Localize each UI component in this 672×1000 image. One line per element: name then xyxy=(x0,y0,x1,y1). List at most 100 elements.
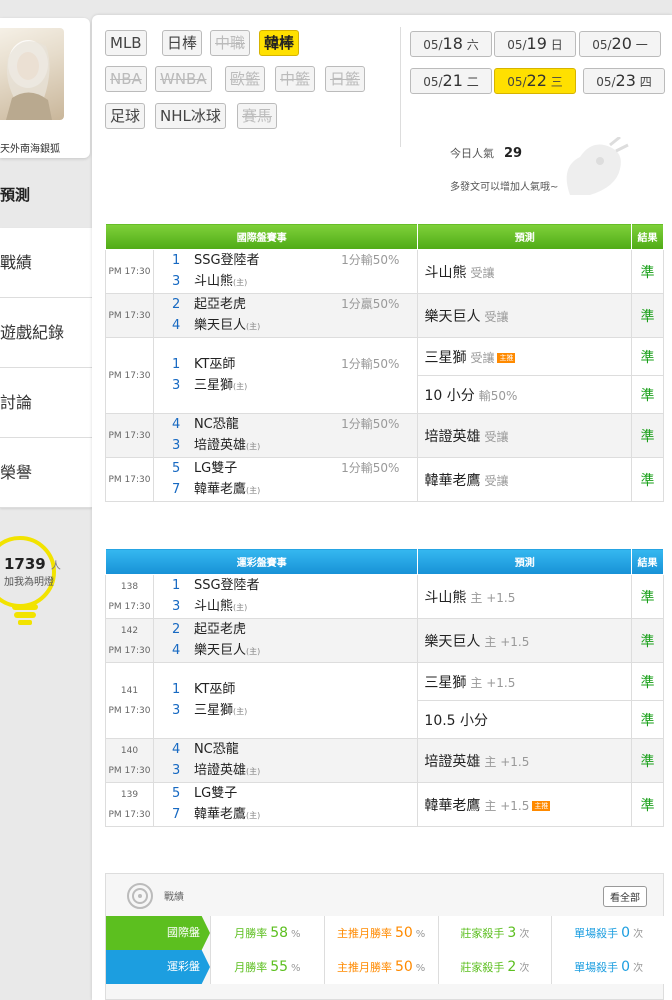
sport-tag-soccer[interactable]: 足球 xyxy=(105,103,146,129)
popularity-hint: 多發文可以增加人氣哦~ xyxy=(450,182,559,193)
sport-tag-kbo[interactable]: 韓棒 xyxy=(259,30,300,56)
home-marker: (主) xyxy=(232,278,248,287)
team-number: 3 xyxy=(171,599,181,614)
table-row: 139 PM 17:30 5 LG雙子 7 韓華老鷹(主) 韓華老鷹主 +1.5 主推準 xyxy=(105,782,664,827)
home-team: 三星獅 xyxy=(193,378,233,393)
result: 準 xyxy=(631,574,664,619)
prediction-detail: 受讓 xyxy=(484,429,509,444)
view-all-button[interactable]: 看全部 xyxy=(603,886,647,907)
stats-row: 國際盤 月勝率 58% 主推月勝率 50% 莊家殺手 3 次單場殺手 0 次 xyxy=(106,916,665,950)
away-team: KT巫師 xyxy=(193,682,236,697)
home-marker: (主) xyxy=(245,322,261,331)
username[interactable]: 天外南海銀狐 xyxy=(0,140,60,155)
sport-tag-nhl[interactable]: NHL冰球 xyxy=(155,103,226,129)
home-marker: (主) xyxy=(232,603,248,612)
intl-table: 國際盤賽事 預測 結果 PM 17:30 1 SSG登陸者 1分輸50% 3 斗山熊(主)… xyxy=(104,223,664,502)
matchup: 1 KT巫師 3 三星獅(主) xyxy=(152,662,419,739)
matchup: 5 LG雙子 7 韓華老鷹(主) xyxy=(152,782,419,827)
matchup: 4 NC恐龍 1分輸50% 3 培證英雄(主) xyxy=(152,413,419,458)
stat-label: 單場殺手 xyxy=(574,961,619,974)
prediction-detail: 主 +1.5 xyxy=(470,675,516,690)
date-0521[interactable]: 05/21 二 xyxy=(410,68,492,94)
game-id: 142 xyxy=(120,625,139,636)
table-row: PM 17:30 4 NC恐龍 1分輸50% 3 培證英雄(主) 培證英雄 受讓準 xyxy=(105,413,664,458)
result: 準 xyxy=(631,738,664,783)
sport-tag-cpbl: 中職 xyxy=(210,30,251,56)
sport-tag-cn-basketball: 中籃 xyxy=(275,66,316,92)
date-0519[interactable]: 05/19 日 xyxy=(494,31,576,57)
sport-tag-horse-racing: 賽馬 xyxy=(237,103,278,129)
game-time-label: PM 17:30 xyxy=(108,310,151,321)
today-count: 29 xyxy=(504,146,523,161)
date-0518[interactable]: 05/18 六 xyxy=(410,31,492,57)
popularity-text: 加我為明燈 xyxy=(4,577,54,588)
prediction-detail: 主 +1.5 xyxy=(470,590,516,605)
date-0522[interactable]: 05/22 三 xyxy=(494,68,576,94)
stat-value: 58 xyxy=(270,925,289,941)
away-team: NC恐龍 xyxy=(193,417,239,432)
table-row: PM 17:30 5 LG雙子 1分輸50% 7 韓華老鷹(主) 韓華老鷹 受讓準 xyxy=(105,457,664,502)
result: 準 xyxy=(631,375,664,414)
menu-item-record[interactable]: 戰績 xyxy=(0,228,92,298)
table-row: 138 PM 17:30 1 SSG登陸者 3 斗山熊(主) 斗山熊主 +1.5 準 xyxy=(105,574,664,619)
team-number: 3 xyxy=(171,763,181,778)
team-number: 3 xyxy=(171,438,181,453)
lottery-header-result: 結果 xyxy=(631,548,664,575)
home-marker: (主) xyxy=(245,647,261,656)
game-time-label: PM 17:30 xyxy=(108,430,151,441)
home-team: 斗山熊 xyxy=(193,274,233,289)
prediction-pick: 培證英雄 xyxy=(424,753,481,770)
away-team: NC恐龍 xyxy=(193,742,239,757)
game-time: 141 PM 17:30 xyxy=(105,662,154,739)
stat-label: 主推月勝率 xyxy=(336,961,392,974)
avatar[interactable] xyxy=(0,28,64,120)
team-number: 3 xyxy=(171,274,181,289)
sidebar: 天外南海銀狐 預測 戰績 遊戲紀錄 討論 榮譽 1739 人 加我為明燈 xyxy=(0,0,92,1000)
game-time: 138 PM 17:30 xyxy=(105,574,154,619)
prediction-detail: 主 +1.5 xyxy=(484,754,530,769)
odds: 1分輸50% xyxy=(341,253,400,267)
prediction: 三星獅 受讓 主推 xyxy=(417,337,633,376)
menu-item-discussion[interactable]: 討論 xyxy=(0,368,92,438)
stats-row-label: 運彩盤 xyxy=(106,950,210,984)
prediction: 韓華老鷹主 +1.5 主推 xyxy=(417,782,633,827)
game-time: PM 17:30 xyxy=(105,293,154,338)
main-pick-badge: 主推 xyxy=(497,352,516,363)
result: 準 xyxy=(631,618,664,663)
matchup: 5 LG雙子 1分輸50% 7 韓華老鷹(主) xyxy=(152,457,419,502)
stat-unit: % xyxy=(291,963,301,974)
odds: 1分輸50% xyxy=(341,461,400,475)
stat-unit: 次 xyxy=(633,963,644,974)
stat-label: 月勝率 xyxy=(234,927,268,940)
sport-tag-euro-basketball: 歐籃 xyxy=(225,66,266,92)
stat-unit: % xyxy=(291,929,301,940)
date-0520[interactable]: 05/20 一 xyxy=(579,31,661,57)
home-team: 韓華老鷹 xyxy=(193,482,246,497)
game-id: 140 xyxy=(120,745,139,756)
popularity-widget[interactable]: 1739 人 加我為明燈 xyxy=(0,536,90,625)
home-team: 三星獅 xyxy=(193,703,233,718)
stat-label: 莊家殺手 xyxy=(460,927,505,940)
date-0523[interactable]: 05/23 四 xyxy=(583,68,665,94)
stats-panel: 戰績 看全部 國際盤 月勝率 58% 主推月勝率 50% 莊家殺手 3 次單場殺手 0 次運彩盤月… xyxy=(105,873,665,1000)
prediction-pick: 10 小分 xyxy=(424,387,475,404)
game-time-label: PM 17:30 xyxy=(108,474,151,485)
stat-unit: % xyxy=(415,929,426,940)
stat-label: 莊家殺手 xyxy=(460,961,505,974)
home-marker: (主) xyxy=(245,442,261,451)
menu-item-game-log[interactable]: 遊戲紀錄 xyxy=(0,298,92,368)
away-team: LG雙子 xyxy=(193,461,238,476)
prediction-pick: 三星獅 xyxy=(424,674,467,691)
game-time-label: PM 17:30 xyxy=(108,809,151,820)
sport-tag-npb[interactable]: 日棒 xyxy=(162,30,203,56)
prediction-pick: 樂天巨人 xyxy=(424,308,481,325)
sport-tag-mlb[interactable]: MLB xyxy=(105,30,147,56)
prediction-detail: 主 +1.5 xyxy=(484,634,530,649)
menu-item-honor[interactable]: 榮譽 xyxy=(0,438,92,508)
table-row: PM 17:30 1 KT巫師 1分輸50% 3 三星獅(主) 三星獅 受讓 主推準 xyxy=(105,337,664,414)
stat-unit: % xyxy=(415,963,426,974)
stat-value: 2 xyxy=(507,959,517,975)
popularity-unit: 人 xyxy=(50,561,61,572)
odds: 1分贏50% xyxy=(341,297,400,311)
home-marker: (主) xyxy=(245,767,261,776)
